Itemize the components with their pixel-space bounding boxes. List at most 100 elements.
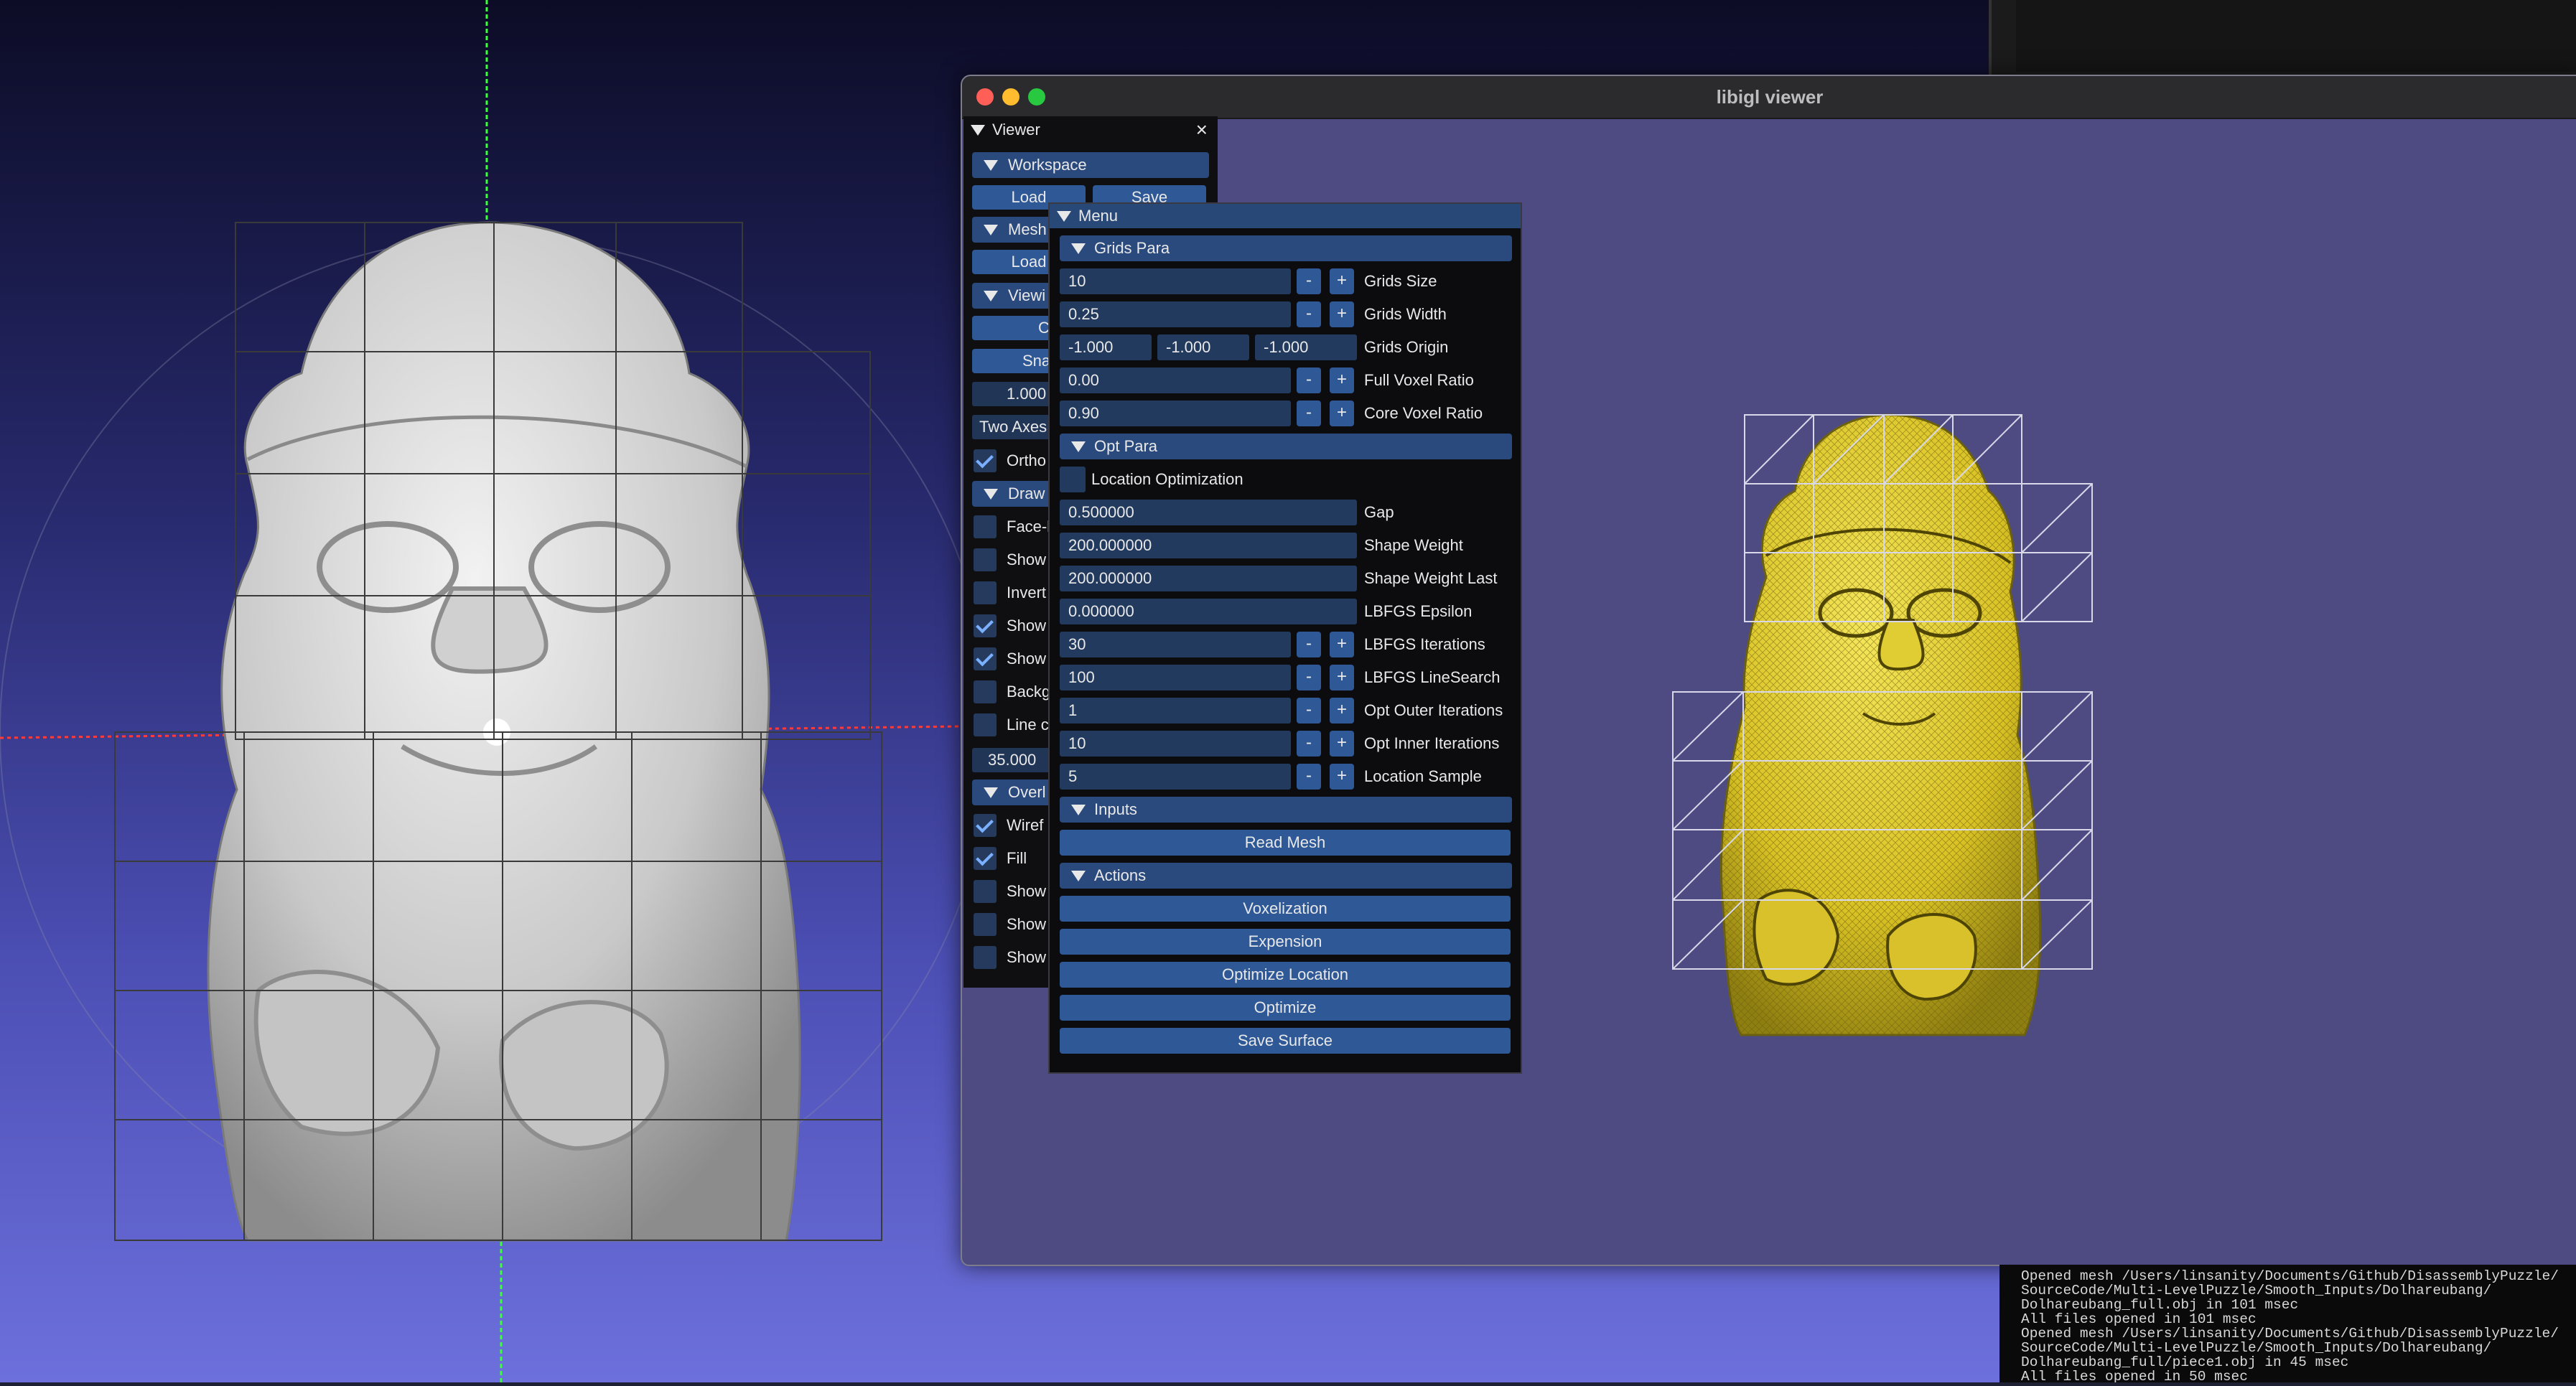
orthographic-checkbox[interactable] xyxy=(974,449,997,472)
gap-input[interactable]: 0.500000 xyxy=(1060,500,1357,525)
collapse-triangle-icon xyxy=(971,125,985,136)
core-voxel-ratio-plus-button[interactable]: + xyxy=(1330,401,1354,426)
menu-panel-header[interactable]: Menu xyxy=(1050,204,1521,228)
grids-width-input[interactable]: 0.25 xyxy=(1060,301,1291,327)
collapse-triangle-icon xyxy=(1057,211,1071,222)
lbfgs-linesearch-input[interactable]: 100 xyxy=(1060,665,1291,690)
shape-weight-label: Shape Weight xyxy=(1364,536,1463,554)
collapse-triangle-icon xyxy=(984,225,998,235)
inputs-section-header[interactable]: Inputs xyxy=(1060,797,1512,823)
console-line: All files opened in 101 msec xyxy=(2021,1311,2257,1327)
full-voxel-ratio-label: Full Voxel Ratio xyxy=(1364,371,1474,389)
core-voxel-ratio-input[interactable]: 0.90 xyxy=(1060,401,1291,426)
full-voxel-ratio-minus-button[interactable]: - xyxy=(1297,367,1321,393)
window-title: libigl viewer xyxy=(1716,86,1824,108)
location-sample-plus-button[interactable]: + xyxy=(1330,764,1354,790)
viewer-panel-title: Viewer xyxy=(992,121,1040,139)
draw-option-label-6: Line c xyxy=(1007,716,1049,734)
opt-outer-iterations-plus-button[interactable]: + xyxy=(1330,698,1354,724)
grids-size-plus-button[interactable]: + xyxy=(1330,268,1354,294)
grids-width-minus-button[interactable]: - xyxy=(1297,301,1321,327)
window-titlebar[interactable]: libigl viewer xyxy=(962,76,2576,119)
draw-option-label-2: Invert xyxy=(1007,584,1047,601)
lbfgs-linesearch-minus-button[interactable]: - xyxy=(1297,665,1321,690)
opt-inner-iterations-plus-button[interactable]: + xyxy=(1330,731,1354,757)
location-optimization-checkbox[interactable] xyxy=(1060,467,1086,492)
viewer-panel-header[interactable]: Viewer × xyxy=(963,116,1218,144)
collapse-triangle-icon xyxy=(984,291,998,301)
overlay-option-checkbox-4[interactable] xyxy=(974,946,997,969)
overlay-option-label-2: Show xyxy=(1007,882,1047,900)
gap-label: Gap xyxy=(1364,503,1394,521)
menu-panel: Menu Grids Para 10 - + Grids Size 0.25 -… xyxy=(1048,202,1522,1074)
opt-outer-iterations-label: Opt Outer Iterations xyxy=(1364,701,1503,719)
orthographic-label: Ortho xyxy=(1007,451,1047,469)
grids-origin-x-input[interactable]: -1.000 xyxy=(1060,334,1152,360)
opt-para-section-header[interactable]: Opt Para xyxy=(1060,434,1512,459)
location-sample-minus-button[interactable]: - xyxy=(1297,764,1321,790)
opt-inner-iterations-label: Opt Inner Iterations xyxy=(1364,734,1500,752)
opt-inner-iterations-input[interactable]: 10 xyxy=(1060,731,1291,757)
optimize-button[interactable]: Optimize xyxy=(1060,995,1511,1021)
grids-origin-label: Grids Origin xyxy=(1364,338,1449,356)
full-voxel-ratio-plus-button[interactable]: + xyxy=(1330,367,1354,393)
shape-weight-input[interactable]: 200.000000 xyxy=(1060,533,1357,558)
overlay-option-checkbox-0[interactable] xyxy=(974,814,997,837)
lbfgs-iterations-input[interactable]: 30 xyxy=(1060,632,1291,657)
core-voxel-ratio-label: Core Voxel Ratio xyxy=(1364,404,1483,422)
overlay-option-checkbox-3[interactable] xyxy=(974,913,997,936)
draw-options-label: Draw xyxy=(1008,484,1045,502)
core-voxel-ratio-minus-button[interactable]: - xyxy=(1297,401,1321,426)
read-mesh-button[interactable]: Read Mesh xyxy=(1060,830,1511,856)
grids-origin-z-input[interactable]: -1.000 xyxy=(1255,334,1357,360)
draw-option-checkbox-5[interactable] xyxy=(974,680,997,703)
draw-option-checkbox-1[interactable] xyxy=(974,548,997,571)
actions-section-header[interactable]: Actions xyxy=(1060,863,1512,889)
lbfgs-iterations-plus-button[interactable]: + xyxy=(1330,632,1354,657)
voxelization-button[interactable]: Voxelization xyxy=(1060,896,1511,922)
overlay-option-checkbox-1[interactable] xyxy=(974,847,997,870)
console-line: SourceCode/Multi-LevelPuzzle/Smooth_Inpu… xyxy=(2021,1340,2492,1356)
draw-option-checkbox-4[interactable] xyxy=(974,647,997,670)
yellow-statue xyxy=(1719,413,2042,1036)
optimize-location-button[interactable]: Optimize Location xyxy=(1060,962,1511,988)
grids-size-input[interactable]: 10 xyxy=(1060,268,1291,294)
opt-inner-iterations-minus-button[interactable]: - xyxy=(1297,731,1321,757)
grids-width-label: Grids Width xyxy=(1364,305,1447,323)
grids-size-minus-button[interactable]: - xyxy=(1297,268,1321,294)
background-window-content xyxy=(2016,0,2576,72)
overlays-label: Overl xyxy=(1008,783,1046,801)
grids-width-plus-button[interactable]: + xyxy=(1330,301,1354,327)
console-line: All files opened in 50 msec xyxy=(2021,1369,2248,1382)
draw-option-label-3: Show xyxy=(1007,617,1047,635)
lbfgs-iterations-minus-button[interactable]: - xyxy=(1297,632,1321,657)
workspace-section-header[interactable]: Workspace xyxy=(972,152,1209,178)
full-voxel-ratio-input[interactable]: 0.00 xyxy=(1060,367,1291,393)
lbfgs-linesearch-label: LBFGS LineSearch xyxy=(1364,668,1501,686)
overlay-option-checkbox-2[interactable] xyxy=(974,880,997,903)
expension-button[interactable]: Expension xyxy=(1060,929,1511,955)
lbfgs-linesearch-plus-button[interactable]: + xyxy=(1330,665,1354,690)
save-surface-button[interactable]: Save Surface xyxy=(1060,1028,1511,1054)
libigl-viewer-window[interactable]: libigl viewer Viewer × Workspace Load Sa… xyxy=(961,75,2576,1266)
opt-outer-iterations-minus-button[interactable]: - xyxy=(1297,698,1321,724)
menu-panel-title: Menu xyxy=(1078,207,1119,225)
collapse-triangle-icon xyxy=(1071,243,1086,254)
collapse-triangle-icon xyxy=(1071,805,1086,815)
lbfgs-epsilon-input[interactable]: 0.000000 xyxy=(1060,599,1357,624)
lbfgs-iterations-label: LBFGS Iterations xyxy=(1364,635,1485,653)
draw-option-checkbox-0[interactable] xyxy=(974,515,997,538)
grids-para-section-header[interactable]: Grids Para xyxy=(1060,235,1512,261)
draw-option-checkbox-3[interactable] xyxy=(974,614,997,637)
location-sample-label: Location Sample xyxy=(1364,767,1482,785)
overlay-option-label-3: Show xyxy=(1007,915,1047,933)
collapse-triangle-icon xyxy=(1071,441,1086,452)
close-icon[interactable]: × xyxy=(1196,116,1208,144)
console-log: Opened mesh /Users/linsanity/Documents/G… xyxy=(1999,1265,2576,1382)
location-sample-input[interactable]: 5 xyxy=(1060,764,1291,790)
opt-outer-iterations-input[interactable]: 1 xyxy=(1060,698,1291,724)
grids-origin-y-input[interactable]: -1.000 xyxy=(1157,334,1249,360)
shape-weight-last-input[interactable]: 200.000000 xyxy=(1060,566,1357,591)
draw-option-checkbox-2[interactable] xyxy=(974,581,997,604)
draw-option-checkbox-6[interactable] xyxy=(974,713,997,736)
